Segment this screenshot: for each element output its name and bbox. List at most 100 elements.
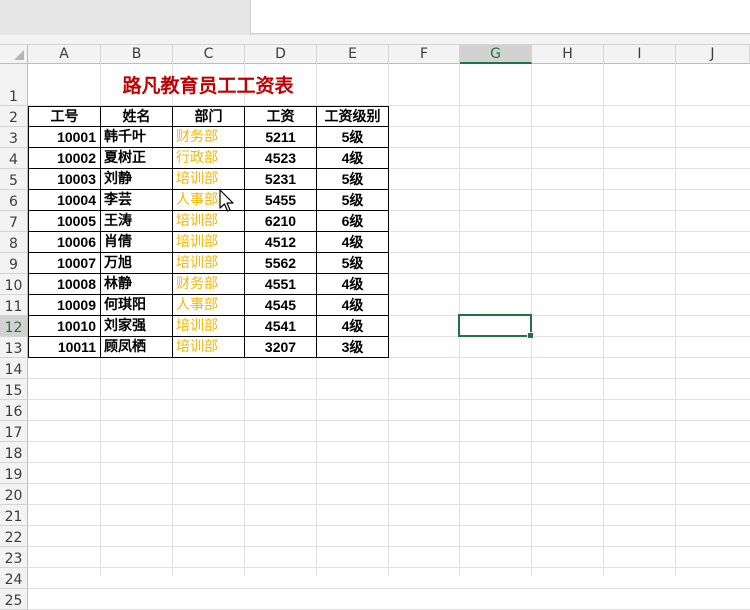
- salary-level-cell[interactable]: 4级: [317, 232, 389, 253]
- salary-level-cell[interactable]: 6级: [317, 211, 389, 232]
- row-header-1[interactable]: 1: [0, 64, 28, 106]
- department-cell[interactable]: 人事部: [173, 295, 245, 316]
- fill-handle[interactable]: [527, 332, 534, 339]
- salary-cell[interactable]: 5231: [245, 169, 317, 190]
- row-header-19[interactable]: 19: [0, 463, 28, 484]
- employee-name-cell[interactable]: 何琪阳: [101, 295, 173, 316]
- salary-cell[interactable]: 4541: [245, 316, 317, 337]
- salary-level-cell[interactable]: 3级: [317, 337, 389, 358]
- employee-id-cell[interactable]: 10011: [28, 337, 101, 358]
- employee-id-cell[interactable]: 10009: [28, 295, 101, 316]
- row-header-2[interactable]: 2: [0, 106, 28, 127]
- column-header-b[interactable]: B: [101, 45, 173, 64]
- salary-cell[interactable]: 4523: [245, 148, 317, 169]
- department-cell[interactable]: 培训部: [173, 316, 245, 337]
- row-header-23[interactable]: 23: [0, 547, 28, 568]
- salary-cell[interactable]: 6210: [245, 211, 317, 232]
- employee-name-cell[interactable]: 林静: [101, 274, 173, 295]
- employee-id-cell[interactable]: 10007: [28, 253, 101, 274]
- row-header-16[interactable]: 16: [0, 400, 28, 421]
- row-header-22[interactable]: 22: [0, 526, 28, 547]
- employee-id-cell[interactable]: 10010: [28, 316, 101, 337]
- employee-name-cell[interactable]: 刘静: [101, 169, 173, 190]
- employee-name-cell[interactable]: 刘家强: [101, 316, 173, 337]
- table-title[interactable]: 路凡教育员工工资表: [29, 65, 387, 105]
- header-cell[interactable]: 工号: [28, 106, 101, 127]
- employee-name-cell[interactable]: 王涛: [101, 211, 173, 232]
- formula-input[interactable]: [250, 0, 750, 34]
- department-cell[interactable]: 培训部: [173, 169, 245, 190]
- row-header-6[interactable]: 6: [0, 190, 28, 211]
- salary-cell[interactable]: 5562: [245, 253, 317, 274]
- salary-level-cell[interactable]: 5级: [317, 190, 389, 211]
- employee-id-cell[interactable]: 10003: [28, 169, 101, 190]
- employee-name-cell[interactable]: 顾凤栖: [101, 337, 173, 358]
- header-cell[interactable]: 姓名: [101, 106, 173, 127]
- employee-id-cell[interactable]: 10001: [28, 127, 101, 148]
- department-cell[interactable]: 培训部: [173, 253, 245, 274]
- row-header-10[interactable]: 10: [0, 274, 28, 295]
- employee-id-cell[interactable]: 10004: [28, 190, 101, 211]
- row-header-11[interactable]: 11: [0, 295, 28, 316]
- employee-id-cell[interactable]: 10008: [28, 274, 101, 295]
- column-header-a[interactable]: A: [28, 45, 101, 64]
- row-header-3[interactable]: 3: [0, 127, 28, 148]
- employee-name-cell[interactable]: 韩千叶: [101, 127, 173, 148]
- department-cell[interactable]: 行政部: [173, 148, 245, 169]
- salary-level-cell[interactable]: 5级: [317, 253, 389, 274]
- header-cell[interactable]: 工资: [245, 106, 317, 127]
- salary-level-cell[interactable]: 5级: [317, 127, 389, 148]
- salary-cell[interactable]: 4551: [245, 274, 317, 295]
- row-header-13[interactable]: 13: [0, 337, 28, 358]
- salary-level-cell[interactable]: 4级: [317, 295, 389, 316]
- column-header-g[interactable]: G: [460, 45, 532, 64]
- salary-level-cell[interactable]: 4级: [317, 148, 389, 169]
- department-cell[interactable]: 财务部: [173, 127, 245, 148]
- column-header-d[interactable]: D: [245, 45, 317, 64]
- row-header-12[interactable]: 12: [0, 316, 28, 337]
- department-cell[interactable]: 财务部: [173, 274, 245, 295]
- employee-name-cell[interactable]: 肖倩: [101, 232, 173, 253]
- column-header-f[interactable]: F: [389, 45, 460, 64]
- column-header-j[interactable]: J: [676, 45, 750, 64]
- header-cell[interactable]: 工资级别: [317, 106, 389, 127]
- salary-cell[interactable]: 4545: [245, 295, 317, 316]
- row-header-9[interactable]: 9: [0, 253, 28, 274]
- salary-level-cell[interactable]: 4级: [317, 274, 389, 295]
- salary-cell[interactable]: 5455: [245, 190, 317, 211]
- employee-id-cell[interactable]: 10006: [28, 232, 101, 253]
- row-header-5[interactable]: 5: [0, 169, 28, 190]
- column-header-c[interactable]: C: [173, 45, 245, 64]
- row-header-8[interactable]: 8: [0, 232, 28, 253]
- salary-cell[interactable]: 3207: [245, 337, 317, 358]
- spreadsheet-grid[interactable]: ABCDEFGHIJ 1 2 3 4 5 6 7 8 9 10 11 12 13 14 15 16 17 18 19…: [0, 45, 750, 610]
- row-header-4[interactable]: 4: [0, 148, 28, 169]
- row-header-24[interactable]: 24: [0, 568, 28, 589]
- employee-id-cell[interactable]: 10005: [28, 211, 101, 232]
- row-header-17[interactable]: 17: [0, 421, 28, 442]
- active-cell-selection[interactable]: [458, 314, 534, 339]
- row-header-7[interactable]: 7: [0, 211, 28, 232]
- department-cell[interactable]: 培训部: [173, 337, 245, 358]
- row-header-18[interactable]: 18: [0, 442, 28, 463]
- employee-name-cell[interactable]: 李芸: [101, 190, 173, 211]
- employee-id-cell[interactable]: 10002: [28, 148, 101, 169]
- department-cell[interactable]: 培训部: [173, 211, 245, 232]
- department-cell[interactable]: 培训部: [173, 232, 245, 253]
- salary-cell[interactable]: 5211: [245, 127, 317, 148]
- row-header-20[interactable]: 20: [0, 484, 28, 505]
- salary-level-cell[interactable]: 4级: [317, 316, 389, 337]
- header-cell[interactable]: 部门: [173, 106, 245, 127]
- column-header-i[interactable]: I: [604, 45, 676, 64]
- employee-name-cell[interactable]: 夏树正: [101, 148, 173, 169]
- salary-cell[interactable]: 4512: [245, 232, 317, 253]
- row-header-15[interactable]: 15: [0, 379, 28, 400]
- employee-name-cell[interactable]: 万旭: [101, 253, 173, 274]
- salary-level-cell[interactable]: 5级: [317, 169, 389, 190]
- column-header-e[interactable]: E: [317, 45, 389, 64]
- row-header-14[interactable]: 14: [0, 358, 28, 379]
- row-header-25[interactable]: 25: [0, 589, 28, 610]
- select-all-button[interactable]: [0, 45, 28, 64]
- row-header-21[interactable]: 21: [0, 505, 28, 526]
- column-header-h[interactable]: H: [532, 45, 604, 64]
